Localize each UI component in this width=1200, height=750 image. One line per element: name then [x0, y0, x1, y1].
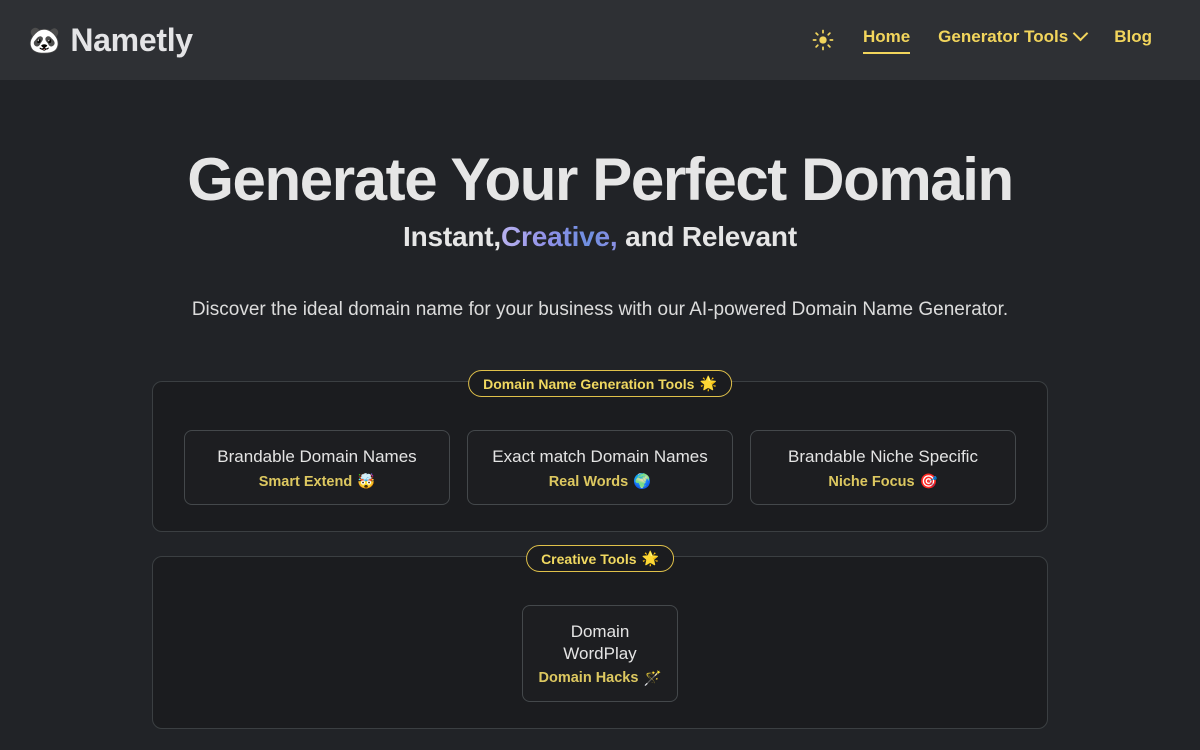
tool-card-subtitle: Domain Hacks 🪄	[535, 670, 665, 687]
nav-item-home-label: Home	[862, 26, 911, 46]
magic-wand-icon: 🪄	[643, 670, 662, 687]
site-header: 🐼 Nametly Home Generator Tools Blog	[0, 0, 1200, 80]
star-icon: 🌟	[699, 375, 717, 391]
hero-description: Discover the ideal domain name for your …	[191, 299, 1009, 320]
tool-card-domain-wordplay[interactable]: Domain WordPlay Domain Hacks 🪄	[522, 605, 678, 702]
tool-card-subtitle: Smart Extend 🤯	[197, 473, 437, 491]
card-row: Domain WordPlay Domain Hacks 🪄	[179, 605, 1021, 702]
hero-subtitle: Instant,Creative, and Relevant	[0, 221, 1200, 253]
tool-card-title: Brandable Niche Specific	[788, 447, 978, 466]
panda-logo-icon: 🐼	[28, 25, 61, 55]
chevron-down-icon	[1072, 25, 1089, 42]
tool-card-title: Domain WordPlay	[563, 622, 637, 663]
hero-section: Generate Your Perfect Domain Instant,Cre…	[0, 80, 1200, 321]
brand-name: Nametly	[70, 21, 193, 58]
target-icon: 🎯	[919, 474, 938, 491]
nav-item-blog-label: Blog	[1114, 26, 1152, 46]
panel-badge: Domain Name Generation Tools 🌟	[468, 370, 732, 397]
main-navigation: Home Generator Tools Blog	[811, 25, 1172, 54]
exploding-head-icon: 🤯	[357, 474, 376, 491]
tool-panels: Domain Name Generation Tools 🌟 Brandable…	[152, 370, 1048, 750]
tool-card-brandable-domain-names[interactable]: Brandable Domain Names Smart Extend 🤯	[184, 430, 450, 506]
tool-card-subtitle: Niche Focus 🎯	[763, 473, 1003, 491]
tool-card-brandable-niche-specific[interactable]: Brandable Niche Specific Niche Focus 🎯	[750, 430, 1016, 506]
brand-logo[interactable]: 🐼 Nametly	[28, 22, 193, 59]
panel-badge: Creative Tools 🌟	[526, 545, 674, 573]
nav-item-blog[interactable]: Blog	[1114, 27, 1152, 54]
panel-domain-name-generation-tools: Domain Name Generation Tools 🌟 Brandable…	[152, 370, 1048, 533]
sun-icon[interactable]	[811, 28, 835, 52]
tool-card-subtitle: Real Words 🌍	[480, 473, 720, 491]
panel-badge-label: Domain Name Generation Tools	[483, 375, 695, 392]
tool-card-exact-match-domain-names[interactable]: Exact match Domain Names Real Words 🌍	[467, 430, 733, 506]
tool-card-subtitle-label: Niche Focus	[828, 473, 915, 490]
star-icon: 🌟	[641, 550, 659, 567]
nav-item-generator-tools[interactable]: Generator Tools	[938, 25, 1089, 54]
tool-card-subtitle-label: Domain Hacks	[538, 670, 639, 687]
globe-icon: 🌍	[633, 474, 652, 491]
tool-card-title: Brandable Domain Names	[217, 447, 417, 466]
card-row: Brandable Domain Names Smart Extend 🤯 Ex…	[179, 430, 1021, 506]
hero-subtitle-part2: and Relevant	[617, 221, 797, 252]
tool-card-subtitle-label: Smart Extend	[258, 473, 353, 490]
hero-subtitle-highlight: Creative,	[501, 221, 618, 252]
page-title: Generate Your Perfect Domain	[187, 146, 1014, 213]
hero-subtitle-part1: Instant,	[403, 221, 501, 252]
panel-creative-tools: Creative Tools 🌟 Domain WordPlay Domain …	[152, 545, 1048, 729]
panel-badge-label: Creative Tools	[541, 550, 637, 567]
nav-item-home[interactable]: Home	[862, 26, 911, 54]
nav-item-generator-tools-label: Generator Tools	[938, 26, 1069, 46]
tool-card-subtitle-label: Real Words	[548, 473, 629, 490]
tool-card-title: Exact match Domain Names	[492, 447, 708, 466]
